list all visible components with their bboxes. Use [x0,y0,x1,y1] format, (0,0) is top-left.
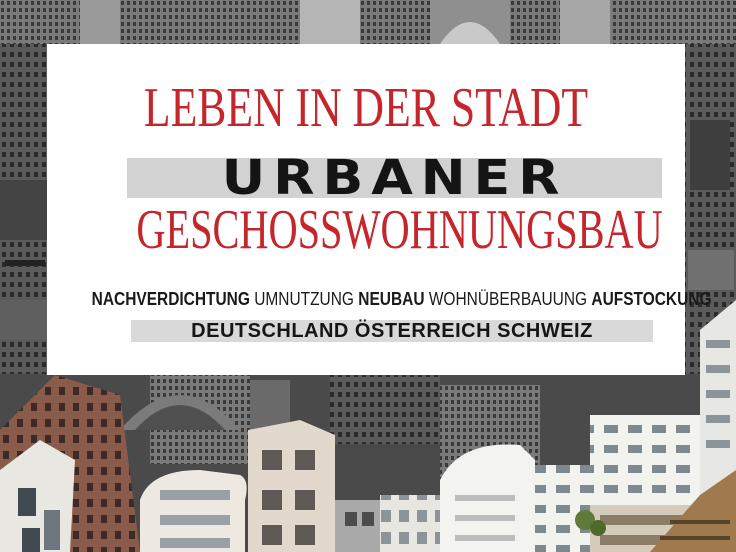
title-line-2: URBANER [221,150,568,206]
topic-umnutzung: UMNUTZUNG [254,289,354,309]
countries-line: DEUTSCHLAND ÖSTERREICH SCHWEIZ [191,320,593,342]
countries-highlight: DEUTSCHLAND ÖSTERREICH SCHWEIZ [131,320,653,342]
title-panel: LEBEN IN DER STADT URBANER GESCHOSSWOHNU… [47,44,712,375]
topic-aufstockung: AUFSTOCKUNG [591,289,712,309]
title-line-3: GESCHOSSWOHNUNGSBAU [136,199,663,261]
title-line-1: LEBEN IN DER STADT [143,77,589,139]
topic-wohnueberbauung: WOHNÜBERBAUUNG [428,289,588,309]
topic-nachverdichtung: NACHVERDICHTUNG [91,289,250,309]
title-line-2-highlight: URBANER [127,152,662,204]
topic-neubau: NEUBAU [358,289,425,309]
topics-line: NACHVERDICHTUNG UMNUTZUNG NEUBAU WOHNÜBE… [91,288,712,310]
